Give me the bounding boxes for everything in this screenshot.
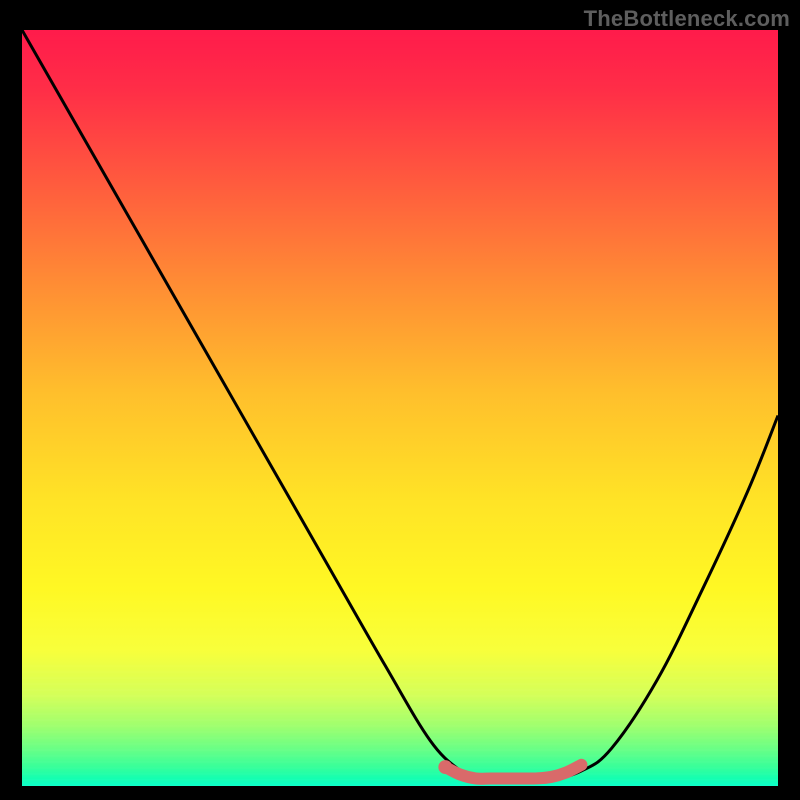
sweet-spot-start-dot bbox=[438, 760, 452, 774]
plot-area bbox=[22, 30, 778, 786]
bottleneck-curve-path bbox=[22, 30, 778, 779]
chart-container: TheBottleneck.com bbox=[0, 0, 800, 800]
sweet-spot-path bbox=[445, 765, 581, 779]
curve-layer bbox=[22, 30, 778, 786]
watermark-text: TheBottleneck.com bbox=[584, 6, 790, 32]
